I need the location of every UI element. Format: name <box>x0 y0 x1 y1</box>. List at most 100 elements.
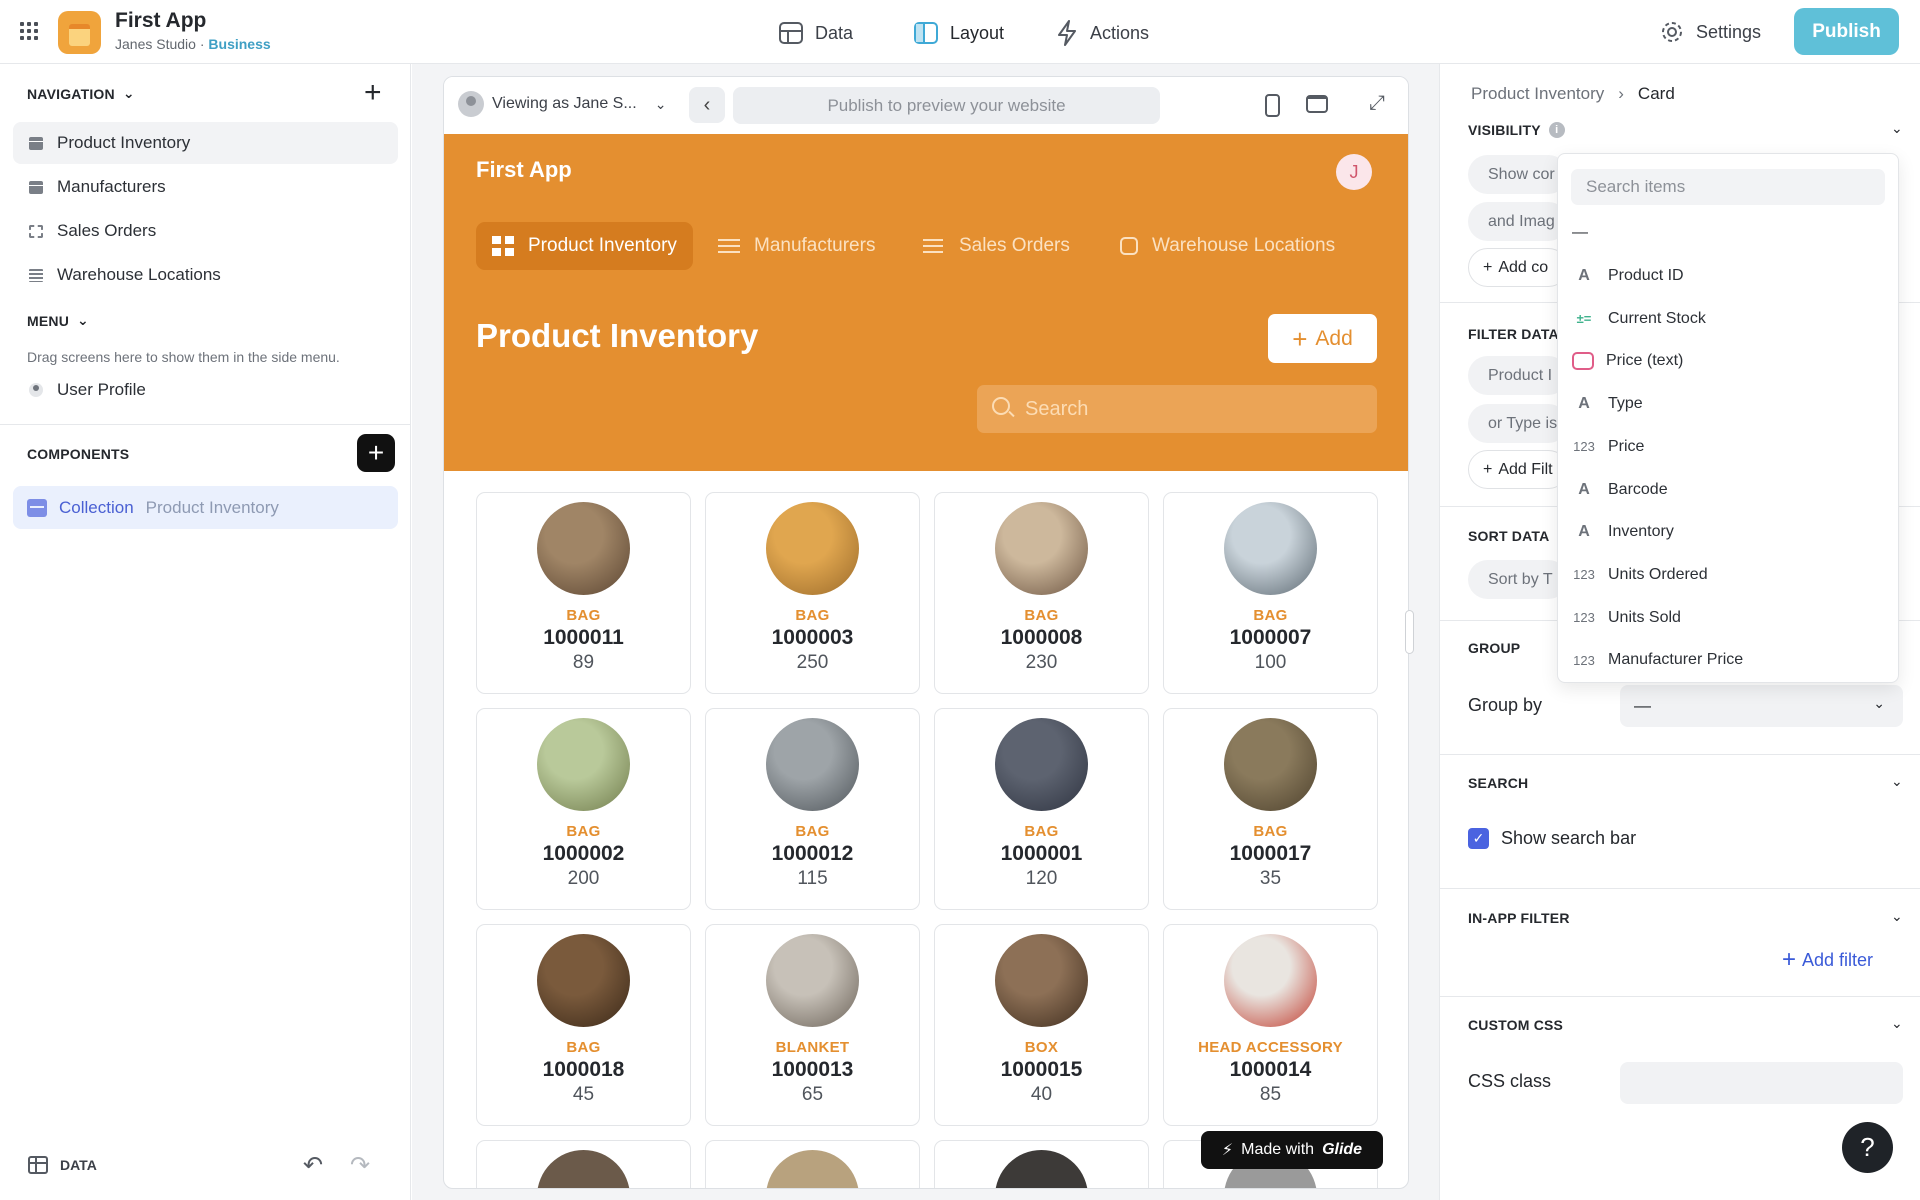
product-card[interactable]: BAG 1000017 35 <box>1163 708 1378 910</box>
add-component-button[interactable]: + <box>357 434 395 472</box>
sidebar-item-warehouse-locations[interactable]: Warehouse Locations <box>13 254 398 296</box>
dropdown-item[interactable]: 123 Units Sold <box>1558 597 1898 639</box>
sort-data-header[interactable]: SORT DATA <box>1468 528 1549 544</box>
phone-icon[interactable] <box>1265 94 1280 117</box>
preview-url-bar[interactable]: Publish to preview your website <box>733 87 1160 124</box>
chevron-down-icon[interactable]: ⌄ <box>1891 120 1903 137</box>
app-tab-manufacturers[interactable]: Manufacturers <box>702 222 891 270</box>
chevron-down-icon[interactable]: ⌄ <box>1891 908 1903 925</box>
custom-css-header[interactable]: CUSTOM CSS <box>1468 1017 1563 1033</box>
topnav-layout[interactable]: Layout <box>914 20 1004 46</box>
preview-app-name: First App <box>476 157 572 182</box>
dropdown-item[interactable]: 123 Units Ordered <box>1558 554 1898 596</box>
filter-data-header[interactable]: FILTER DATA <box>1468 326 1559 342</box>
product-card[interactable]: BAG 1000011 89 <box>476 492 691 694</box>
sidebar-item-sales-orders[interactable]: Sales Orders <box>13 210 398 252</box>
product-card[interactable] <box>476 1140 691 1188</box>
in-app-filter-header[interactable]: IN-APP FILTER <box>1468 910 1570 926</box>
group-header[interactable]: GROUP <box>1468 640 1520 656</box>
sidebar-item-product-inventory[interactable]: Product Inventory <box>13 122 398 164</box>
undo-icon[interactable]: ↶ <box>303 1151 323 1180</box>
publish-button[interactable]: Publish <box>1794 8 1899 55</box>
product-id: 1000003 <box>771 626 854 649</box>
sort-condition[interactable]: Sort by T <box>1468 560 1568 599</box>
product-card[interactable]: BOX 1000015 40 <box>934 924 1149 1126</box>
app-title[interactable]: First App <box>115 9 206 33</box>
data-toggle[interactable]: DATA <box>28 1156 97 1174</box>
dropdown-item[interactable]: A Barcode <box>1558 469 1898 511</box>
dropdown-item[interactable]: ±= Current Stock <box>1558 298 1898 340</box>
product-id: 1000013 <box>771 1058 854 1081</box>
sidebar-item-user-profile[interactable]: User Profile <box>13 369 398 411</box>
product-card[interactable]: BAG 1000012 115 <box>705 708 920 910</box>
dropdown-item[interactable]: A Product ID <box>1558 255 1898 297</box>
product-card[interactable]: BAG 1000002 200 <box>476 708 691 910</box>
resize-handle[interactable] <box>1405 610 1414 654</box>
app-tab-sales-orders[interactable]: Sales Orders <box>907 222 1086 270</box>
expand-icon[interactable]: ⤢ <box>1369 92 1385 115</box>
product-card[interactable]: BAG 1000003 250 <box>705 492 920 694</box>
dropdown-item[interactable]: Price (text) <box>1558 340 1898 382</box>
divider <box>1440 754 1920 755</box>
dropdown-item[interactable]: A Type <box>1558 383 1898 425</box>
info-icon[interactable]: i <box>1548 122 1565 138</box>
product-card[interactable]: BAG 1000007 100 <box>1163 492 1378 694</box>
visibility-condition[interactable]: and Imag <box>1468 202 1568 241</box>
component-collection[interactable]: Collection Product Inventory <box>13 486 398 529</box>
add-filter-data-button[interactable]: + Add Filt <box>1468 450 1568 489</box>
add-filter-data-label: Add Filt <box>1498 460 1553 478</box>
visibility-condition[interactable]: Show cor <box>1468 155 1568 194</box>
chevron-down-icon[interactable]: ⌄ <box>1891 1015 1903 1032</box>
visibility-header[interactable]: VISIBILITY i <box>1468 122 1565 138</box>
product-card[interactable]: BAG 1000018 45 <box>476 924 691 1126</box>
dropdown-item[interactable]: A Inventory <box>1558 511 1898 553</box>
made-with-glide-badge[interactable]: ⚡ Made with Glide <box>1201 1131 1383 1169</box>
breadcrumb-item[interactable]: Product Inventory <box>1471 84 1604 104</box>
chevron-down-icon[interactable]: ⌄ <box>1891 773 1903 790</box>
add-condition-button[interactable]: + Add co <box>1468 248 1568 287</box>
topnav-data[interactable]: Data <box>779 20 853 46</box>
add-item-button[interactable]: + Add <box>1268 314 1377 363</box>
subtitle-separator: · <box>195 36 209 52</box>
product-type: HEAD ACCESSORY <box>1198 1039 1343 1056</box>
dropdown-item-label: Units Ordered <box>1608 565 1708 583</box>
settings-button[interactable]: Settings <box>1660 20 1761 44</box>
checkmark-icon[interactable]: ✓ <box>1468 828 1489 849</box>
navigation-header[interactable]: NAVIGATION ⌄ <box>27 85 135 102</box>
show-search-bar-checkbox[interactable]: ✓ Show search bar <box>1468 828 1636 849</box>
search-header[interactable]: SEARCH <box>1468 775 1528 791</box>
viewing-as-select[interactable]: Viewing as Jane S... ⌄ <box>458 91 666 117</box>
grid-icon <box>492 236 514 256</box>
dropdown-search-input[interactable]: Search items <box>1571 169 1885 205</box>
help-button[interactable]: ? <box>1842 1122 1893 1173</box>
product-card[interactable]: BAG 1000001 120 <box>934 708 1149 910</box>
add-screen-button[interactable]: + <box>364 78 382 108</box>
group-by-select[interactable]: — ⌄ <box>1620 685 1903 727</box>
app-tab-warehouse-locations[interactable]: Warehouse Locations <box>1104 222 1351 270</box>
app-search-input[interactable]: Search <box>977 385 1377 433</box>
menu-header[interactable]: MENU ⌄ <box>27 312 89 329</box>
product-card[interactable]: BLANKET 1000013 65 <box>705 924 920 1126</box>
app-subtitle: Janes Studio · Business <box>115 36 271 52</box>
topnav-actions[interactable]: Actions <box>1056 20 1149 46</box>
css-class-input[interactable] <box>1620 1062 1903 1104</box>
product-card[interactable] <box>705 1140 920 1188</box>
redo-icon[interactable]: ↷ <box>350 1151 370 1180</box>
tablet-icon[interactable] <box>1306 95 1328 113</box>
sidebar-item-manufacturers[interactable]: Manufacturers <box>13 166 398 208</box>
app-tab-product-inventory[interactable]: Product Inventory <box>476 222 693 270</box>
app-logo[interactable] <box>58 11 101 54</box>
back-button[interactable]: ‹ <box>689 87 725 123</box>
dropdown-item[interactable]: 123 Price <box>1558 426 1898 468</box>
product-type: BAG <box>1253 823 1288 840</box>
product-card[interactable]: BAG 1000008 230 <box>934 492 1149 694</box>
product-card[interactable] <box>934 1140 1149 1188</box>
filter-condition[interactable]: or Type is <box>1468 404 1568 443</box>
app-grid-icon[interactable] <box>20 22 38 40</box>
add-in-app-filter-button[interactable]: + Add filter <box>1782 948 1873 972</box>
user-avatar[interactable]: J <box>1336 154 1372 190</box>
filter-condition[interactable]: Product I <box>1468 356 1568 395</box>
dropdown-empty-option[interactable]: — <box>1558 212 1898 254</box>
dropdown-item[interactable]: 123 Manufacturer Price <box>1558 639 1898 681</box>
product-card[interactable]: HEAD ACCESSORY 1000014 85 <box>1163 924 1378 1126</box>
